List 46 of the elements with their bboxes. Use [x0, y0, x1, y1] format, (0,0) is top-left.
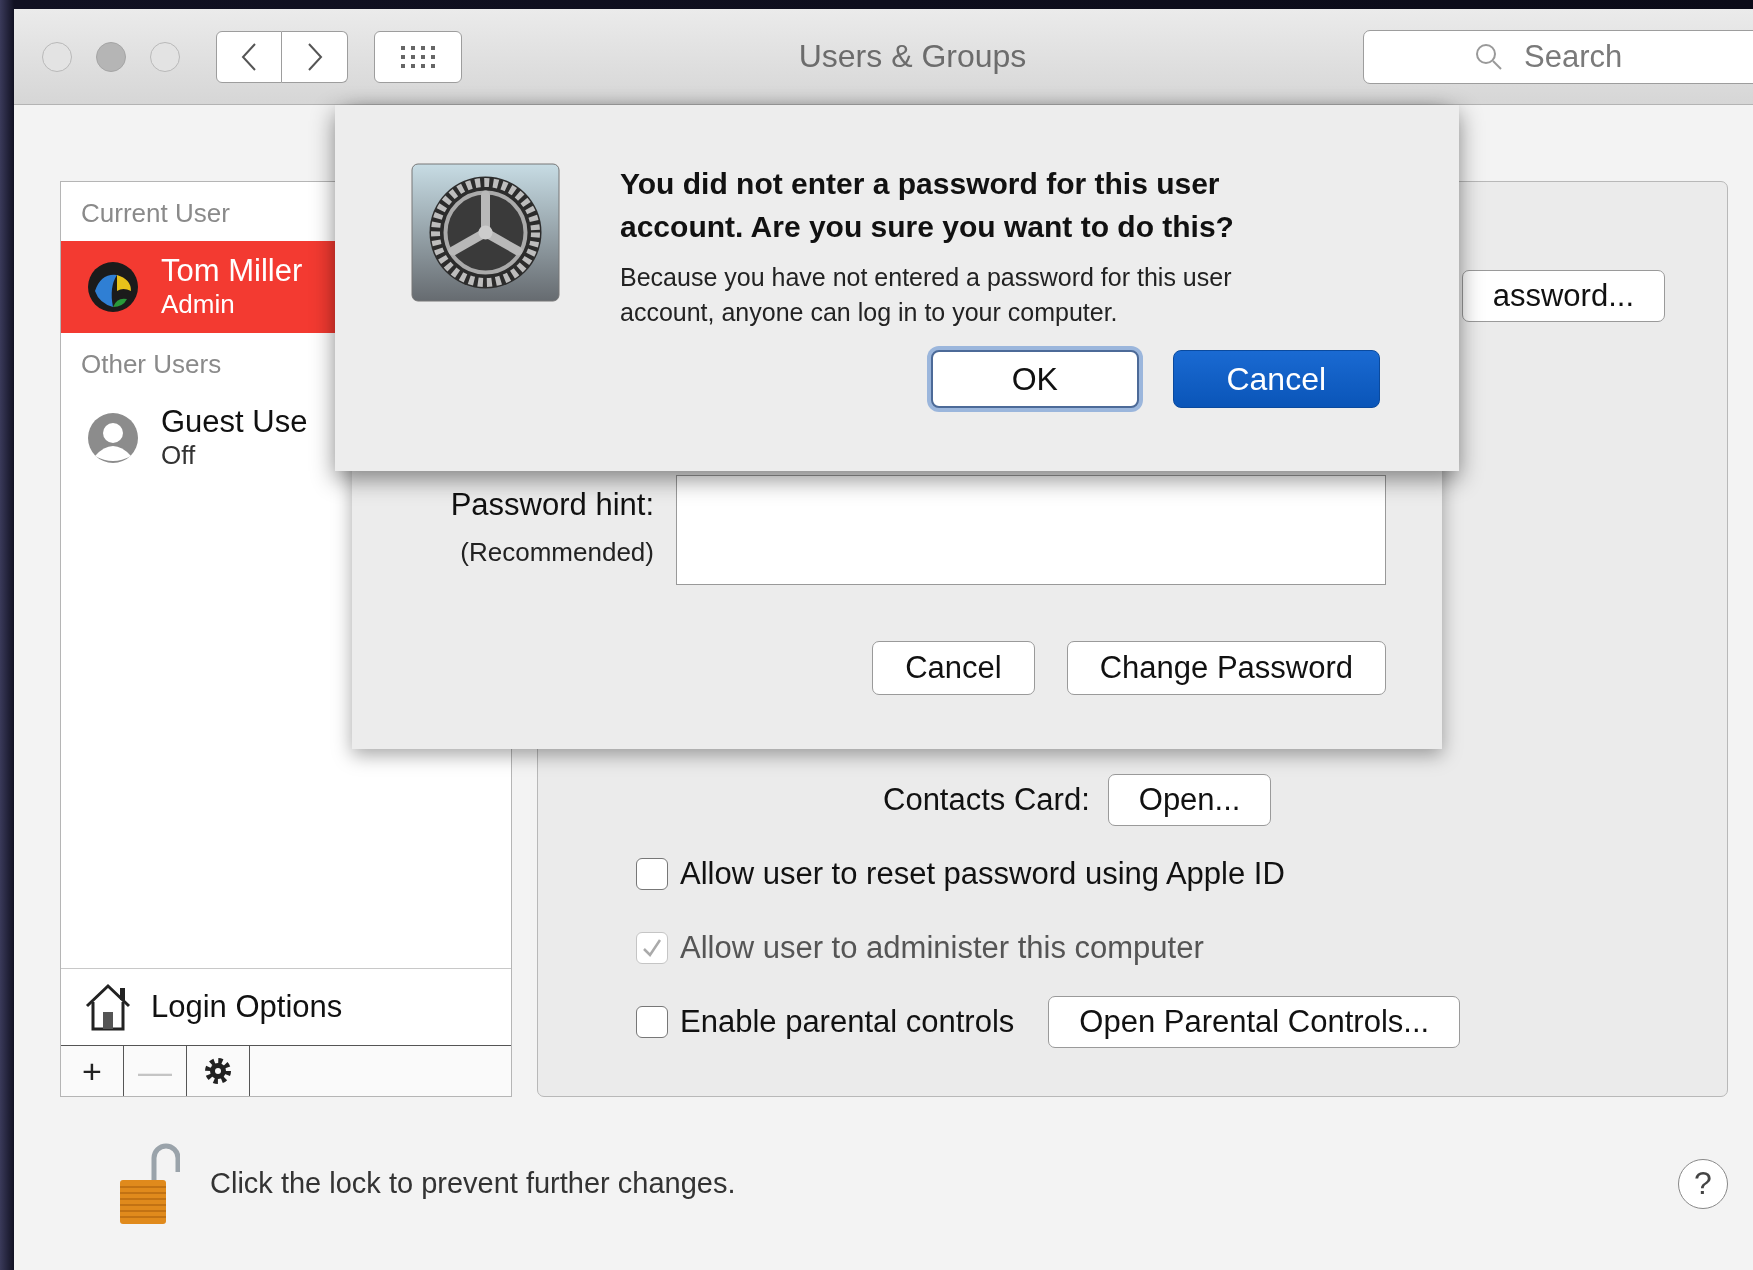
contacts-card-label: Contacts Card: — [883, 782, 1090, 818]
checkbox-label: Allow user to administer this computer — [680, 930, 1204, 966]
sheet-button[interactable]: Change Password — [1066, 641, 1386, 695]
checkmark-icon — [641, 937, 663, 959]
alert-message: Because you have not entered a password for this user account, anyone can log in to your computer. — [620, 262, 1233, 329]
search-icon — [1475, 42, 1503, 71]
back-button[interactable] — [216, 30, 282, 83]
search-field[interactable]: Search — [1363, 29, 1753, 84]
password-hint-label: Password hint: — [450, 487, 654, 523]
user-item[interactable]: Guest Use Off — [61, 392, 511, 484]
checkbox[interactable] — [636, 1006, 668, 1038]
password-button[interactable]: assword... — [1461, 270, 1665, 322]
help-button[interactable]: ? — [1678, 1158, 1728, 1209]
close-window-button[interactable] — [42, 41, 72, 72]
house-icon — [83, 982, 133, 1032]
checkbox-label: Enable parental controls — [680, 1004, 1015, 1040]
minimize-window-button[interactable] — [96, 41, 126, 72]
grid-icon — [400, 44, 436, 69]
open-parental-controls-button[interactable]: Open Parental Controls... — [1048, 996, 1461, 1048]
gear-icon — [203, 1056, 233, 1086]
alert-button[interactable]: Cancel — [1172, 350, 1380, 409]
alert-title: You did not enter a password for this user account. Are you sure you want to do this? — [620, 166, 1235, 245]
window-title: Users & Groups — [798, 38, 1027, 75]
recommended-note: (Recommended) — [460, 537, 654, 568]
open-button[interactable]: Open... — [1107, 774, 1272, 826]
user-name: Tom Miller — [161, 254, 303, 289]
add-button[interactable]: + — [61, 1046, 124, 1096]
chevron-left-icon — [241, 41, 257, 72]
section-header: Other Users — [80, 348, 223, 381]
lock-hint: Click the lock to prevent further changes. — [210, 1167, 736, 1200]
forward-button[interactable] — [282, 30, 348, 83]
user-role: Off — [161, 439, 197, 471]
password-hint-field[interactable] — [676, 475, 1386, 585]
avatar-silhouette — [87, 412, 139, 464]
settings-gear-icon — [411, 163, 560, 302]
unlocked-padlock-icon[interactable] — [118, 1141, 180, 1226]
avatar-picture — [87, 261, 139, 313]
zoom-window-button[interactable] — [150, 41, 180, 72]
user-role: Admin — [161, 288, 236, 320]
section-header: Current User — [80, 197, 231, 230]
checkbox[interactable] — [636, 858, 668, 890]
sheet-button[interactable]: Cancel — [872, 641, 1035, 695]
checkbox-label: Allow user to reset password using Apple ID — [680, 856, 1285, 892]
user-name: Guest Use — [161, 405, 308, 440]
show-all-button[interactable] — [374, 30, 462, 83]
chevron-right-icon — [306, 41, 323, 72]
